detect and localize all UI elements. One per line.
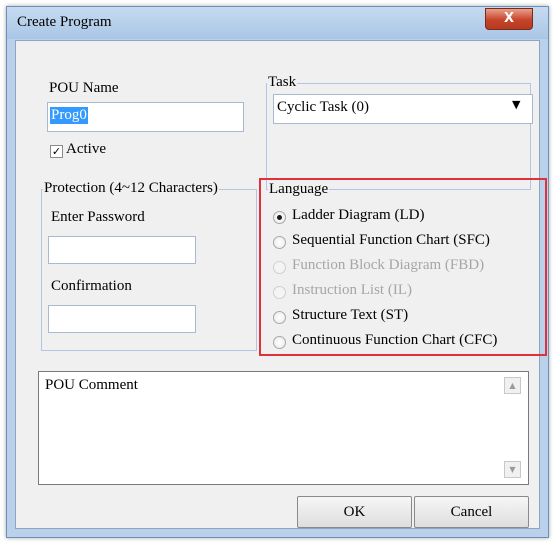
dropdown-arrow-icon[interactable]: ▼ xyxy=(512,98,520,111)
confirmation-input[interactable] xyxy=(48,305,196,333)
option-fbd-label: Function Block Diagram (FBD) xyxy=(292,257,485,273)
language-legend: Language xyxy=(268,181,330,198)
radio-instruction-list xyxy=(273,286,286,299)
active-label: Active xyxy=(66,141,106,157)
dialog-body: POU Name Prog0 ✓ Active Task Cyclic Task… xyxy=(15,40,547,529)
pou-name-input[interactable]: Prog0 xyxy=(47,102,244,132)
option-ladder-diagram-label: Ladder Diagram (LD) xyxy=(292,207,425,223)
option-il-label: Instruction List (IL) xyxy=(292,282,412,298)
enter-password-input[interactable] xyxy=(48,236,196,264)
enter-password-label: Enter Password xyxy=(51,209,145,225)
radio-continuous-function-chart[interactable] xyxy=(273,336,286,349)
pou-name-label: POU Name xyxy=(49,80,119,96)
task-legend: Task xyxy=(267,74,298,91)
pou-comment-label: POU Comment xyxy=(45,377,138,393)
option-cfc-label: Continuous Function Chart (CFC) xyxy=(292,332,498,348)
radio-structure-text[interactable] xyxy=(273,311,286,324)
scroll-up-arrow-icon[interactable]: ▲ xyxy=(504,377,521,394)
scroll-down-arrow-icon[interactable]: ▼ xyxy=(504,461,521,478)
pou-name-value: Prog0 xyxy=(50,107,88,124)
radio-ladder-diagram[interactable] xyxy=(273,211,286,224)
radio-sequential-function-chart[interactable] xyxy=(273,236,286,249)
cancel-button[interactable]: Cancel xyxy=(414,496,529,528)
checkmark-icon: ✓ xyxy=(51,145,62,158)
create-program-dialog: Create Program X POU Name Prog0 ✓ Active… xyxy=(6,6,549,538)
task-select[interactable]: Cyclic Task (0) ▼ xyxy=(273,94,533,124)
option-st-label: Structure Text (ST) xyxy=(292,307,409,323)
confirmation-label: Confirmation xyxy=(51,278,132,294)
title-bar[interactable]: Create Program X xyxy=(7,7,548,39)
protection-legend: Protection (4~12 Characters) xyxy=(43,180,219,197)
dialog-title: Create Program xyxy=(17,14,112,30)
radio-function-block-diagram xyxy=(273,261,286,274)
close-icon: X xyxy=(503,11,515,26)
active-checkbox[interactable]: ✓ xyxy=(50,145,63,158)
task-selected-value: Cyclic Task (0) xyxy=(277,99,369,115)
option-sfc-label: Sequential Function Chart (SFC) xyxy=(292,232,490,248)
pou-comment-textarea[interactable]: POU Comment ▲ ▼ xyxy=(38,371,529,485)
ok-button[interactable]: OK xyxy=(297,496,412,528)
close-button[interactable]: X xyxy=(485,8,533,30)
